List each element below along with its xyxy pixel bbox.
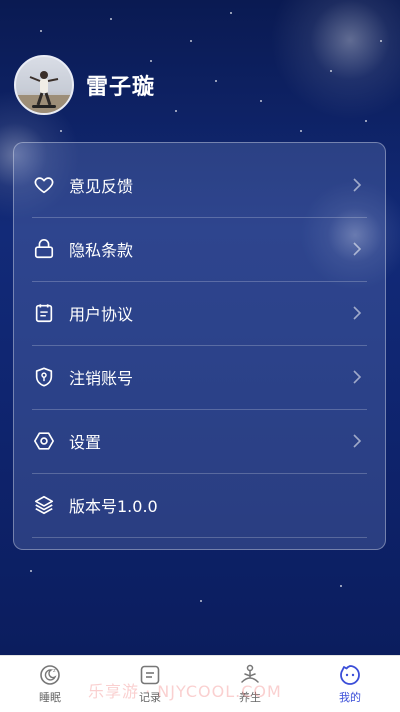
chevron-right-icon bbox=[353, 178, 362, 192]
profile-header: 雷子璇 bbox=[14, 54, 155, 116]
layers-icon bbox=[32, 493, 56, 517]
version-label: 版本号1.0.0 bbox=[69, 497, 158, 516]
chevron-right-icon bbox=[353, 434, 362, 448]
menu-item-feedback[interactable]: 意见反馈 bbox=[32, 153, 367, 218]
meditation-icon bbox=[241, 664, 259, 683]
menu-item-privacy[interactable]: 隐私条款 bbox=[32, 217, 367, 282]
svg-text:z: z bbox=[53, 668, 56, 674]
menu-item-label: 设置 bbox=[69, 433, 102, 452]
menu-item-label: 注销账号 bbox=[69, 369, 134, 388]
menu-item-user-agreement[interactable]: 用户协议 bbox=[32, 281, 367, 346]
record-icon bbox=[140, 665, 160, 685]
chevron-right-icon bbox=[353, 370, 362, 384]
menu-item-delete-account[interactable]: 注销账号 bbox=[32, 345, 367, 410]
tab-wellness[interactable]: 养生 bbox=[200, 656, 300, 712]
avatar-photo bbox=[16, 71, 72, 113]
moon-icon: z bbox=[40, 665, 60, 685]
avatar[interactable] bbox=[14, 55, 74, 115]
menu-item-label: 意见反馈 bbox=[69, 177, 134, 196]
tab-records[interactable]: 记录 bbox=[100, 656, 200, 712]
tab-label: 睡眠 bbox=[39, 691, 61, 704]
hexagon-settings-icon bbox=[32, 429, 56, 453]
menu-item-settings[interactable]: 设置 bbox=[32, 409, 367, 474]
heart-icon bbox=[32, 173, 56, 197]
menu-item-label: 隐私条款 bbox=[69, 241, 134, 260]
smile-face-icon bbox=[340, 665, 360, 685]
menu-item-label: 用户协议 bbox=[69, 305, 134, 324]
shield-key-icon bbox=[32, 365, 56, 389]
tab-label: 养生 bbox=[239, 691, 261, 704]
tab-label: 记录 bbox=[139, 691, 161, 704]
firework-decoration bbox=[270, 0, 400, 120]
menu-item-version: 版本号1.0.0 bbox=[32, 473, 367, 538]
settings-menu-card: 意见反馈 隐私条款 用户协议 注销账号 设置 版本号1.0.0 bbox=[13, 142, 386, 550]
tab-label: 我的 bbox=[339, 691, 361, 704]
bottom-tab-bar: z 睡眠 记录 养生 我的 bbox=[0, 655, 400, 712]
username: 雷子璇 bbox=[86, 75, 156, 100]
tab-sleep[interactable]: z 睡眠 bbox=[0, 656, 100, 712]
lock-icon bbox=[32, 237, 56, 261]
chevron-right-icon bbox=[353, 242, 362, 256]
clipboard-icon bbox=[32, 301, 56, 325]
chevron-right-icon bbox=[353, 306, 362, 320]
tab-mine[interactable]: 我的 bbox=[300, 656, 400, 712]
